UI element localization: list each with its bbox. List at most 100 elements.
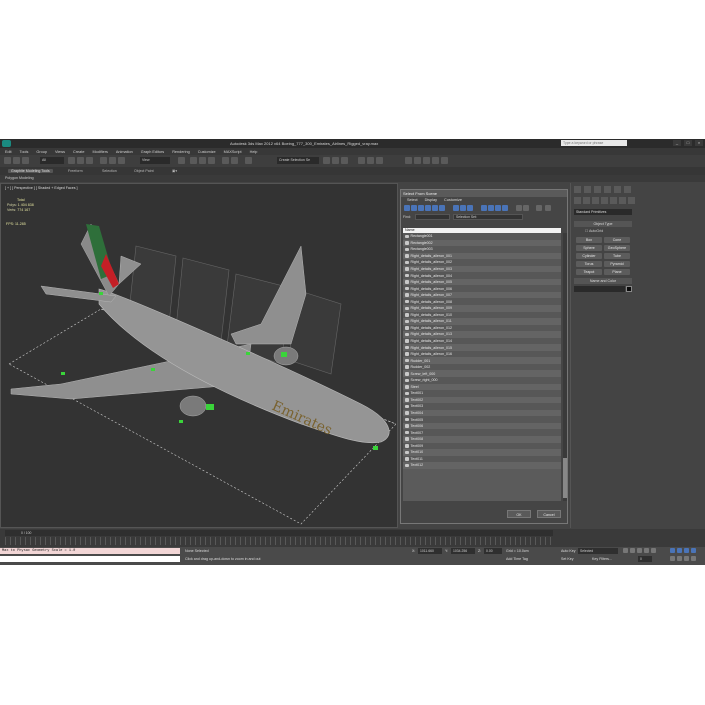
object-name-input[interactable] (574, 286, 625, 292)
hierarchy-icon[interactable] (523, 205, 529, 211)
select-all-icon[interactable] (481, 205, 487, 211)
select-object-icon[interactable] (68, 157, 75, 164)
tab-object-paint[interactable]: Object Paint (134, 169, 154, 173)
plane-button[interactable]: Plane (604, 269, 630, 275)
autogrid-checkbox[interactable]: ☐ AutoGrid (585, 229, 603, 233)
reference-coordinate-dropdown[interactable]: View (140, 157, 170, 164)
ribbon-toggle-icon[interactable]: ▣▾ (172, 169, 177, 173)
pivot-center-icon[interactable] (178, 157, 185, 164)
rendered-frame-icon[interactable] (367, 157, 374, 164)
modify-tab-icon[interactable] (584, 186, 591, 193)
percent-snap-icon[interactable] (208, 157, 215, 164)
display-geometry-icon[interactable] (404, 205, 410, 211)
box-button[interactable]: Box (576, 237, 602, 243)
field-of-view-icon[interactable] (670, 556, 675, 561)
hierarchy-tab-icon[interactable] (594, 186, 601, 193)
sphere-button[interactable]: Sphere (576, 245, 602, 251)
minimize-button[interactable]: _ (673, 140, 681, 146)
name-color-rollout[interactable]: Name and Color (574, 278, 632, 284)
primitive-type-dropdown[interactable]: Standard Primitives (574, 209, 632, 215)
menu-customize[interactable]: Customize (198, 150, 216, 154)
undo-icon[interactable] (4, 157, 11, 164)
menu-rendering[interactable]: Rendering (172, 150, 190, 154)
object-list[interactable]: Rectangle001 Rectangle002 Rectangle003 Righ… (403, 233, 561, 501)
select-none-icon[interactable] (488, 205, 494, 211)
torus-button[interactable]: Torus (576, 261, 602, 267)
zoom-icon[interactable] (670, 548, 675, 553)
add-time-tag[interactable]: Add Time Tag (506, 557, 528, 561)
pyramid-button[interactable]: Pyramid (604, 261, 630, 267)
utilities-tab-icon[interactable] (624, 186, 631, 193)
polygon-modeling-label[interactable]: Polygon Modeling (5, 176, 34, 180)
zoom-extents-all-icon[interactable] (691, 548, 696, 553)
render-icon[interactable] (376, 157, 383, 164)
menu-modifiers[interactable]: Modifiers (92, 150, 107, 154)
cameras-icon[interactable] (601, 197, 608, 204)
z-coordinate-field[interactable]: 0.00 (484, 548, 502, 554)
dialog-menu-select[interactable]: Select (407, 198, 418, 203)
move-icon[interactable] (100, 157, 107, 164)
maximize-viewport-icon[interactable] (691, 556, 696, 561)
track-bar[interactable] (5, 537, 553, 545)
scrollbar-thumb[interactable] (563, 458, 567, 498)
selection-filter-dropdown[interactable]: All (40, 157, 64, 164)
selection-set-dropdown[interactable]: Selection Set: (453, 214, 523, 220)
vray-light-icon[interactable] (423, 157, 430, 164)
display-groups-icon[interactable] (453, 205, 459, 211)
display-bones-icon[interactable] (467, 205, 473, 211)
menu-maxscript[interactable]: MAXScript (224, 150, 242, 154)
ok-button[interactable]: OK (507, 510, 531, 518)
create-tab-icon[interactable] (574, 186, 581, 193)
align-icon[interactable] (231, 157, 238, 164)
maxscript-listener-input[interactable] (0, 556, 180, 562)
rect-selection-icon[interactable] (86, 157, 93, 164)
snap-icon[interactable] (190, 157, 197, 164)
auto-key-button[interactable]: Auto Key (561, 549, 576, 553)
selection-set-dropdown[interactable]: Create Selection Se (277, 157, 319, 164)
play-icon[interactable] (637, 548, 642, 553)
dialog-menu-customize[interactable]: Customize (444, 198, 462, 203)
select-by-name-icon[interactable] (77, 157, 84, 164)
curve-editor-icon[interactable] (323, 157, 330, 164)
menu-views[interactable]: Views (55, 150, 65, 154)
tab-freeform[interactable]: Freeform (68, 169, 83, 173)
systems-icon[interactable] (628, 197, 635, 204)
next-frame-icon[interactable] (644, 548, 649, 553)
go-to-start-icon[interactable] (623, 548, 628, 553)
viewport-label[interactable]: [ + ] [ Perspective ] [ Shaded + Edged F… (5, 186, 78, 190)
redo-icon[interactable] (13, 157, 20, 164)
list-scrollbar[interactable] (563, 233, 567, 501)
object-color-swatch[interactable] (626, 286, 632, 292)
set-key-button[interactable]: Set Key (561, 557, 574, 561)
render-setup-icon[interactable] (358, 157, 365, 164)
search-input[interactable] (561, 140, 627, 146)
x-coordinate-field[interactable]: 1011.660 (418, 548, 442, 554)
helpers-icon[interactable] (610, 197, 617, 204)
settings-icon[interactable] (536, 205, 542, 211)
motion-tab-icon[interactable] (604, 186, 611, 193)
maximize-button[interactable]: □ (684, 140, 692, 146)
menu-edit[interactable]: Edit (5, 150, 12, 154)
menu-tools[interactable]: Tools (20, 150, 29, 154)
cylinder-button[interactable]: Cylinder (576, 253, 602, 259)
menu-group[interactable]: Group (36, 150, 47, 154)
go-to-end-icon[interactable] (651, 548, 656, 553)
shapes-icon[interactable] (583, 197, 590, 204)
app-logo-icon[interactable] (2, 140, 11, 147)
rotate-icon[interactable] (109, 157, 116, 164)
display-lights-icon[interactable] (418, 205, 424, 211)
menu-animation[interactable]: Animation (116, 150, 133, 154)
previous-frame-icon[interactable] (630, 548, 635, 553)
mirror-icon[interactable] (222, 157, 229, 164)
tab-graphite-modeling[interactable]: Graphite Modeling Tools (8, 168, 53, 173)
zoom-all-icon[interactable] (677, 548, 682, 553)
dialog-title[interactable]: Select From Scene (401, 190, 567, 197)
material-editor-icon[interactable] (341, 157, 348, 164)
display-all-icon[interactable] (502, 205, 508, 211)
orbit-icon[interactable] (684, 556, 689, 561)
spacewarps-icon[interactable] (619, 197, 626, 204)
display-spacewarps-icon[interactable] (439, 205, 445, 211)
maxscript-listener-output[interactable]: Max to Physac Geometry Scale = 1.0 (0, 548, 180, 554)
pin-icon[interactable] (545, 205, 551, 211)
teapot-button[interactable]: Teapot (576, 269, 602, 275)
